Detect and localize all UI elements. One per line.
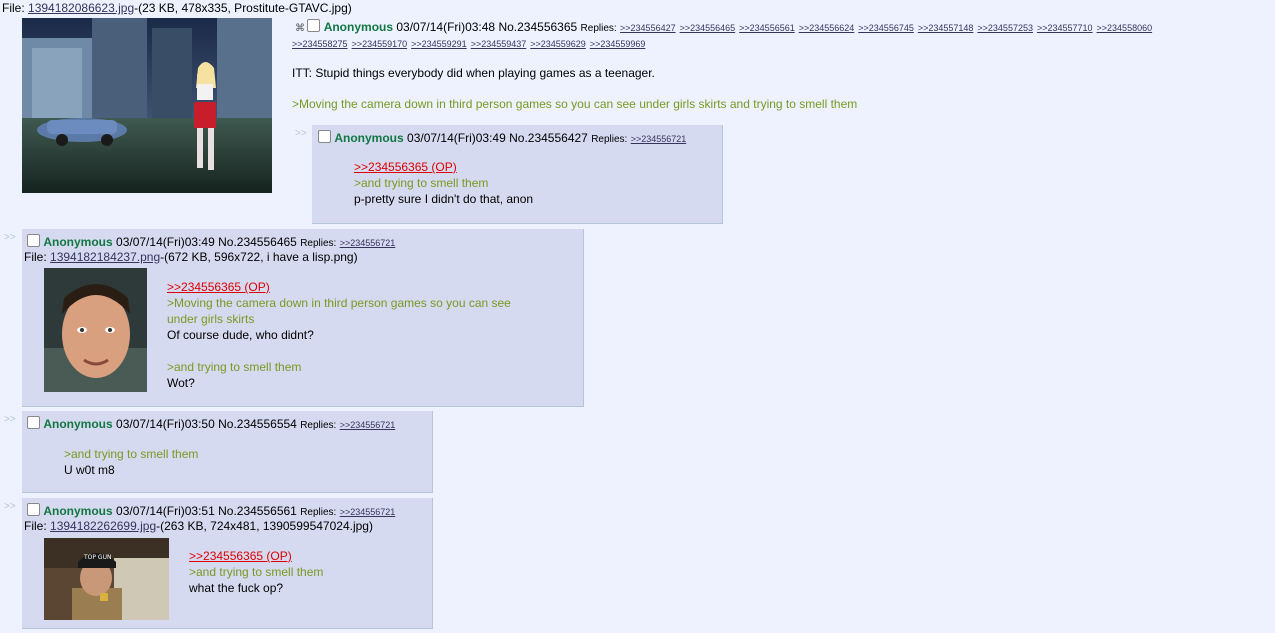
reply-file-link[interactable]: 1394182184237.png [50, 250, 160, 264]
reply-header: Anonymous 03/07/14(Fri)03:51 No.23455656… [27, 503, 399, 518]
reply-header: Anonymous 03/07/14(Fri)03:50 No.23455655… [27, 416, 399, 431]
op-number[interactable]: No.234556365 [498, 20, 577, 34]
reply-thumbnail[interactable] [44, 268, 147, 392]
greentext: >Moving the camera down in third person … [167, 296, 511, 310]
op-greentext: >Moving the camera down in third person … [292, 97, 858, 111]
reply-post: Anonymous 03/07/14(Fri)03:49 No.23455646… [22, 229, 584, 407]
hat-text: TOP GUN [83, 554, 111, 561]
greentext: >and trying to smell them [64, 447, 199, 461]
reply-file-info: File: 1394182262699.jpg-(263 KB, 724x481… [24, 519, 373, 533]
reply-arrow: >> [4, 414, 16, 425]
op-backlink[interactable]: >>234558060 [1097, 23, 1153, 33]
image-search-icon[interactable]: ⌘ [295, 23, 305, 34]
reply-checkbox[interactable] [27, 503, 40, 516]
post-text: what the fuck op? [189, 581, 284, 595]
op-datetime: 03/07/14(Fri)03:48 [396, 20, 496, 34]
reply-backlink[interactable]: >>234556721 [631, 134, 687, 144]
reply-thumbnail[interactable]: TOP GUN [44, 538, 169, 620]
op-backlink[interactable]: >>234557710 [1037, 23, 1093, 33]
reply-backlink[interactable]: >>234556721 [340, 507, 396, 517]
post-text: U w0t m8 [64, 463, 115, 477]
op-checkbox[interactable] [307, 19, 321, 32]
op-backlink[interactable]: >>234559291 [411, 39, 467, 49]
op-backlink[interactable]: >>234559437 [471, 39, 527, 49]
op-backlink[interactable]: >>234556624 [799, 23, 855, 33]
reply-checkbox[interactable] [27, 234, 40, 247]
reply-checkbox[interactable] [318, 130, 331, 143]
reply-file-link[interactable]: 1394182262699.jpg [50, 519, 156, 533]
quote-link[interactable]: >>234556365 (OP) [189, 549, 292, 563]
reply-post: Anonymous 03/07/14(Fri)03:49 No.23455642… [312, 125, 723, 224]
reply-post: Anonymous 03/07/14(Fri)03:50 No.23455655… [22, 411, 433, 493]
op-thumbnail[interactable] [22, 18, 272, 193]
op-header: ⌘ Anonymous 03/07/14(Fri)03:48 No.234556… [295, 19, 1156, 34]
quote-link[interactable]: >>234556365 (OP) [167, 280, 270, 294]
post-text: Of course dude, who didnt? [167, 328, 314, 342]
reply-arrow: >> [4, 232, 16, 243]
greentext: >and trying to smell them [167, 360, 302, 374]
op-backlink[interactable]: >>234559969 [590, 39, 646, 49]
reply-arrow: >> [295, 128, 307, 139]
op-backlink[interactable]: >>234558275 [292, 39, 348, 49]
op-backlink[interactable]: >>234556561 [739, 23, 795, 33]
op-replies-row1: >>234556427 >>234556465 >>234556561 >>23455… [620, 23, 1156, 33]
op-file-link[interactable]: 1394182086623.jpg [28, 1, 134, 15]
reply-checkbox[interactable] [27, 416, 40, 429]
op-backlink[interactable]: >>234556465 [680, 23, 736, 33]
quote-link[interactable]: >>234556365 (OP) [354, 160, 457, 174]
reply-file-info: File: 1394182184237.png-(672 KB, 596x722… [24, 250, 358, 264]
reply-backlink[interactable]: >>234556721 [340, 238, 396, 248]
greentext: >and trying to smell them [189, 565, 324, 579]
post-text: Wot? [167, 376, 195, 390]
op-backlink[interactable]: >>234557148 [918, 23, 974, 33]
greentext: under girls skirts [167, 312, 255, 326]
reply-header: Anonymous 03/07/14(Fri)03:49 No.23455642… [318, 130, 690, 145]
op-backlink[interactable]: >>234557253 [977, 23, 1033, 33]
op-backlink[interactable]: >>234556427 [620, 23, 676, 33]
reply-post: Anonymous 03/07/14(Fri)03:51 No.23455656… [22, 498, 433, 629]
op-file-info: File: 1394182086623.jpg-(23 KB, 478x335,… [2, 1, 352, 15]
reply-arrow: >> [4, 501, 16, 512]
op-replies-row2: >>234558275 >>234559170 >>234559291 >>23455… [292, 39, 649, 49]
op-name: Anonymous [323, 20, 394, 34]
op-backlink[interactable]: >>234559170 [352, 39, 408, 49]
post-text: p-pretty sure I didn't do that, anon [354, 192, 534, 206]
op-subject-line: ITT: Stupid things everybody did when pl… [292, 66, 655, 80]
op-backlink[interactable]: >>234559629 [530, 39, 586, 49]
op-backlink[interactable]: >>234556745 [858, 23, 914, 33]
reply-header: Anonymous 03/07/14(Fri)03:49 No.23455646… [27, 234, 399, 249]
greentext: >and trying to smell them [354, 176, 489, 190]
reply-backlink[interactable]: >>234556721 [340, 420, 396, 430]
